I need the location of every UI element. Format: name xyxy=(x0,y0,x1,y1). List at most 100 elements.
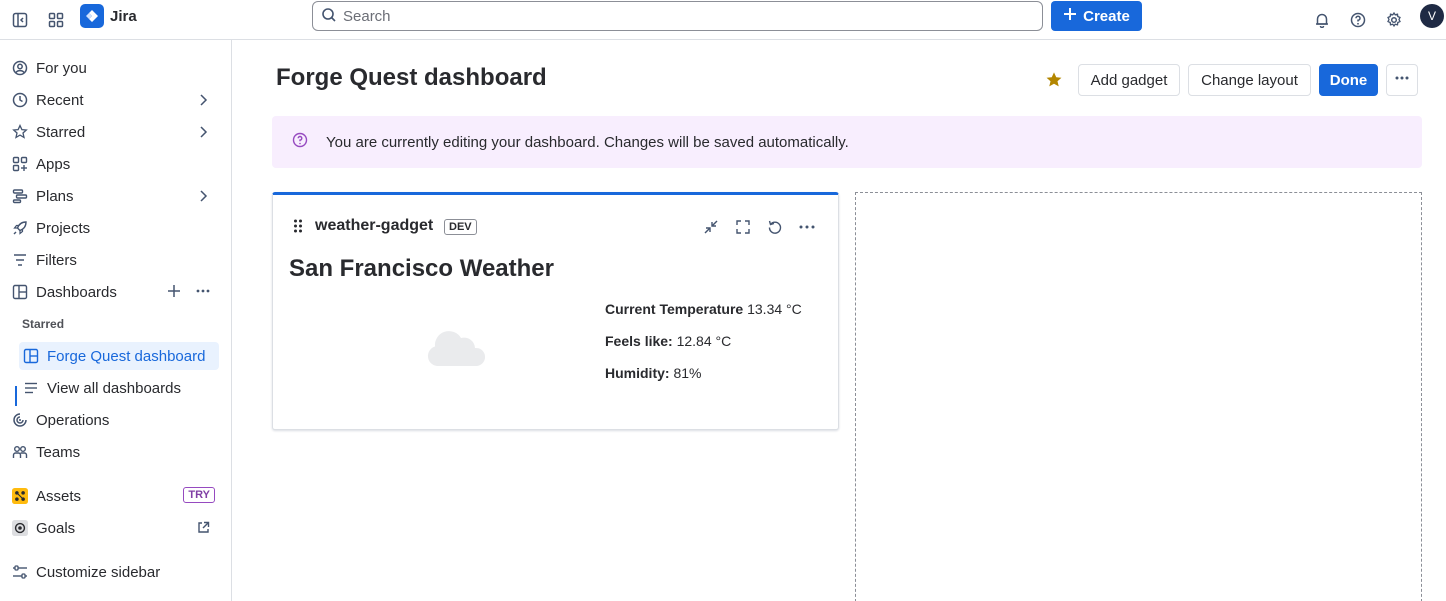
sidebar-item-label: Assets xyxy=(36,487,82,505)
sidebar-item-forge-quest-dashboard[interactable]: Forge Quest dashboard xyxy=(19,342,219,370)
user-avatar[interactable]: V xyxy=(1420,4,1444,28)
chevron-right-icon[interactable] xyxy=(196,125,210,143)
editing-banner: You are currently editing your dashboard… xyxy=(272,116,1422,168)
teams-icon xyxy=(12,444,28,460)
page-title: Forge Quest dashboard xyxy=(276,64,547,91)
more-options-icon xyxy=(1394,71,1410,89)
cloud-icon xyxy=(425,328,487,371)
goals-icon xyxy=(12,520,28,536)
sidebar-item-label: Filters xyxy=(36,251,77,269)
sidebar-item-starred[interactable]: Starred xyxy=(8,118,220,146)
plans-icon xyxy=(12,188,28,204)
rocket-icon xyxy=(12,220,28,236)
external-link-icon[interactable] xyxy=(197,521,210,538)
dashboard-icon xyxy=(23,348,39,364)
notifications-icon[interactable] xyxy=(1308,6,1336,34)
sidebar-item-label: Starred xyxy=(36,123,86,141)
sidebar-toggle-icon[interactable] xyxy=(6,6,34,34)
more-options-icon[interactable] xyxy=(797,217,817,237)
add-gadget-button[interactable]: Add gadget xyxy=(1078,64,1180,96)
question-circle-icon xyxy=(292,132,308,152)
apps-grid-icon xyxy=(12,156,28,172)
sidebar: For you Recent Starred Apps Plans Projec… xyxy=(0,40,232,601)
starred-section-heading: Starred xyxy=(22,317,65,331)
refresh-icon[interactable] xyxy=(765,217,785,237)
change-layout-button[interactable]: Change layout xyxy=(1188,64,1311,96)
more-actions-button[interactable] xyxy=(1386,64,1418,96)
sidebar-item-label: Operations xyxy=(36,411,110,429)
clock-icon xyxy=(12,92,28,108)
chevron-right-icon[interactable] xyxy=(196,93,210,111)
temperature-value: 13.34 °C xyxy=(747,301,802,317)
sidebar-item-label: View all dashboards xyxy=(47,379,181,397)
search-box[interactable] xyxy=(312,1,1043,31)
top-navigation: Jira Create V xyxy=(0,0,1446,40)
gadget-title: weather-gadget xyxy=(315,217,434,234)
feels-like-row: Feels like: 12.84 °C xyxy=(605,333,731,349)
search-input[interactable] xyxy=(343,7,943,25)
sidebar-item-apps[interactable]: Apps xyxy=(8,150,220,178)
feels-like-value: 12.84 °C xyxy=(676,333,732,349)
sidebar-item-label: Dashboards xyxy=(36,283,117,301)
sidebar-item-label: Customize sidebar xyxy=(36,563,161,581)
humidity-row: Humidity: 81% xyxy=(605,365,701,381)
banner-text: You are currently editing your dashboard… xyxy=(326,133,849,151)
sidebar-item-view-all-dashboards[interactable]: View all dashboards xyxy=(19,374,219,402)
star-favorite-icon[interactable] xyxy=(1045,71,1063,92)
fullscreen-icon[interactable] xyxy=(733,217,753,237)
sidebar-item-label: Apps xyxy=(36,155,71,173)
try-badge: TRY xyxy=(183,487,215,503)
assets-icon xyxy=(12,488,28,504)
settings-gear-icon[interactable] xyxy=(1380,6,1408,34)
sidebar-item-recent[interactable]: Recent xyxy=(8,86,220,114)
filter-icon xyxy=(12,252,28,268)
sidebar-item-label: Forge Quest dashboard xyxy=(47,347,206,365)
sidebar-item-assets[interactable]: Assets TRY xyxy=(8,482,220,510)
sidebar-item-label: Teams xyxy=(36,443,81,461)
weather-heading: San Francisco Weather xyxy=(289,255,554,282)
empty-column-dropzone[interactable] xyxy=(855,192,1422,601)
done-button[interactable]: Done xyxy=(1319,64,1378,96)
sidebar-item-label: Goals xyxy=(36,519,76,537)
create-button[interactable]: Create xyxy=(1051,1,1142,31)
dashboard-icon xyxy=(12,284,28,300)
sidebar-item-label: Recent xyxy=(36,91,84,109)
sidebar-item-label: Projects xyxy=(36,219,91,237)
sidebar-item-operations[interactable]: Operations xyxy=(8,406,220,434)
sidebar-item-customize-sidebar[interactable]: Customize sidebar xyxy=(8,558,220,586)
sidebar-item-goals[interactable]: Goals xyxy=(8,514,220,542)
weather-gadget-card: weather-gadget DEV San Francisco Weather… xyxy=(272,192,839,430)
create-label: Create xyxy=(1083,7,1130,25)
sidebar-item-label: Plans xyxy=(36,187,74,205)
temperature-row: Current Temperature 13.34 °C xyxy=(605,301,802,317)
list-icon xyxy=(23,380,39,396)
chevron-right-icon[interactable] xyxy=(196,189,210,207)
feels-like-label: Feels like: xyxy=(605,333,673,349)
operations-icon xyxy=(12,412,28,428)
sidebar-item-dashboards[interactable]: Dashboards xyxy=(8,278,220,306)
help-icon[interactable] xyxy=(1344,6,1372,34)
dev-badge: DEV xyxy=(444,219,477,235)
sidebar-item-label: For you xyxy=(36,59,87,77)
minimize-icon[interactable] xyxy=(701,217,721,237)
temperature-label: Current Temperature xyxy=(605,301,744,317)
star-icon xyxy=(12,124,28,140)
search-icon xyxy=(321,7,337,26)
app-name[interactable]: Jira xyxy=(110,8,137,25)
add-dashboard-plus-icon[interactable] xyxy=(167,284,181,302)
jira-logo-icon[interactable] xyxy=(80,4,104,28)
app-switcher-icon[interactable] xyxy=(42,6,70,34)
selected-indicator xyxy=(15,386,17,406)
sidebar-item-teams[interactable]: Teams xyxy=(8,438,220,466)
plus-icon xyxy=(1063,7,1077,25)
drag-handle-icon[interactable] xyxy=(293,219,303,236)
humidity-label: Humidity: xyxy=(605,365,670,381)
more-options-icon[interactable] xyxy=(195,284,211,302)
customize-sliders-icon xyxy=(12,564,28,580)
sidebar-item-projects[interactable]: Projects xyxy=(8,214,220,242)
sidebar-item-for-you[interactable]: For you xyxy=(8,54,220,82)
sidebar-item-plans[interactable]: Plans xyxy=(8,182,220,210)
humidity-value: 81% xyxy=(673,365,702,381)
user-circle-icon xyxy=(12,60,28,76)
sidebar-item-filters[interactable]: Filters xyxy=(8,246,220,274)
